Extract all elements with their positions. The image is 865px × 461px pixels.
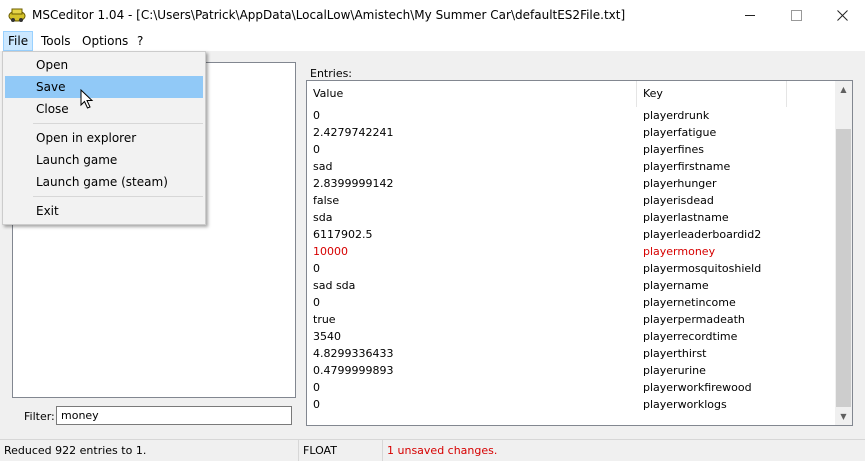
table-row[interactable]: 0 playermosquitoshield [307,260,835,277]
row-key: playerlastname [643,211,729,224]
row-key: playermosquitoshield [643,262,762,275]
menu-item-launch-game[interactable]: Launch game [5,149,203,171]
file-menu-dropdown: Open Save Close Open in explorer Launch … [2,51,206,225]
table-row[interactable]: true playerpermadeath [307,311,835,328]
row-key: playerrecordtime [643,330,738,343]
row-value: 0.4799999893 [313,364,394,377]
row-value: 6117902.5 [313,228,373,241]
entries-scrollbar[interactable]: ▲ ▼ [835,81,852,425]
table-row[interactable]: 0 playerworkfirewood [307,379,835,396]
menu-file[interactable]: File [3,31,34,51]
title-bar: MSCeditor 1.04 - [C:\Users\Patrick\AppDa… [0,0,865,31]
row-key: playerleaderboardid2 [643,228,762,241]
status-message: Reduced 922 entries to 1. [4,444,147,457]
row-key: playerworklogs [643,398,727,411]
row-key: playerfirstname [643,160,731,173]
menu-item-close[interactable]: Close [5,98,203,120]
row-key: playerpermadeath [643,313,745,326]
row-value: 0 [313,262,320,275]
row-value: 2.8399999142 [313,177,394,190]
row-key: playerurine [643,364,706,377]
row-key: playerhunger [643,177,717,190]
row-value: 0 [313,143,320,156]
filter-label: Filter: [24,410,55,423]
menu-bar: File Tools Options ? [0,31,865,51]
row-value: 4.8299336433 [313,347,394,360]
table-row[interactable]: 0 playerworklogs [307,396,835,413]
table-row[interactable]: sad sda playername [307,277,835,294]
menu-item-exit[interactable]: Exit [5,200,203,222]
table-row[interactable]: 3540 playerrecordtime [307,328,835,345]
row-key: playermoney [643,245,716,258]
row-key: playerfines [643,143,704,156]
row-key: playernetincome [643,296,736,309]
row-value: 3540 [313,330,341,343]
row-value: 2.4279742241 [313,126,394,139]
table-row[interactable]: 0 playerfines [307,141,835,158]
mouse-cursor-icon [80,89,94,109]
row-key: playerisdead [643,194,714,207]
table-row[interactable]: 4.8299336433 playerthirst [307,345,835,362]
filter-input[interactable]: money [56,406,292,425]
row-key: playername [643,279,709,292]
scroll-up-arrow-icon[interactable]: ▲ [835,81,852,98]
minimize-button[interactable] [727,0,773,31]
row-key: playerworkfirewood [643,381,752,394]
row-key: playerfatigue [643,126,717,139]
entries-list[interactable]: Value Key 0 playerdrunk 2.4279742241 player… [306,80,853,426]
row-value: sad sda [313,279,356,292]
table-row[interactable]: 2.4279742241 playerfatigue [307,124,835,141]
scroll-down-arrow-icon[interactable]: ▼ [835,408,852,425]
menu-item-launch-game-steam[interactable]: Launch game (steam) [5,171,203,193]
table-row[interactable]: 0 playerdrunk [307,107,835,124]
table-row[interactable]: sda playerlastname [307,209,835,226]
maximize-icon [790,10,802,21]
minimize-icon [745,15,755,16]
close-icon [836,10,848,21]
app-icon [8,8,26,22]
close-button[interactable] [819,0,865,31]
table-row[interactable]: 6117902.5 playerleaderboardid2 [307,226,835,243]
status-type: FLOAT [298,440,385,461]
entries-rows: 0 playerdrunk 2.4279742241 playerfatigue 0 pl… [307,107,835,413]
entries-label: Entries: [310,67,353,80]
row-value: sda [313,211,333,224]
column-header-key[interactable]: Key [637,81,787,107]
row-value: false [313,194,340,207]
maximize-button[interactable] [773,0,819,31]
row-key: playerdrunk [643,109,710,122]
row-value: 0 [313,296,320,309]
row-value: true [313,313,336,326]
menu-separator [33,123,203,124]
column-header-value[interactable]: Value [307,81,637,107]
table-row[interactable]: false playerisdead [307,192,835,209]
row-value: 0 [313,109,320,122]
row-value: 0 [313,381,320,394]
table-row[interactable]: 0 playernetincome [307,294,835,311]
scrollbar-thumb[interactable] [836,129,851,407]
menu-item-save[interactable]: Save [5,76,203,98]
status-bar: Reduced 922 entries to 1. FLOAT 1 unsave… [0,439,865,461]
menu-item-open-in-explorer[interactable]: Open in explorer [5,127,203,149]
row-key: playerthirst [643,347,707,360]
menu-separator [33,196,203,197]
menu-item-open[interactable]: Open [5,54,203,76]
menu-options[interactable]: Options [78,31,132,51]
menu-help[interactable]: ? [133,31,147,51]
table-row[interactable]: 0.4799999893 playerurine [307,362,835,379]
row-value: 10000 [313,245,348,258]
table-row[interactable]: 2.8399999142 playerhunger [307,175,835,192]
status-changes: 1 unsaved changes. [382,440,687,461]
table-row[interactable]: 10000 playermoney [307,243,835,260]
menu-tools[interactable]: Tools [37,31,75,51]
row-value: 0 [313,398,320,411]
row-value: sad [313,160,333,173]
window-title: MSCeditor 1.04 - [C:\Users\Patrick\AppDa… [32,8,626,22]
table-row[interactable]: sad playerfirstname [307,158,835,175]
